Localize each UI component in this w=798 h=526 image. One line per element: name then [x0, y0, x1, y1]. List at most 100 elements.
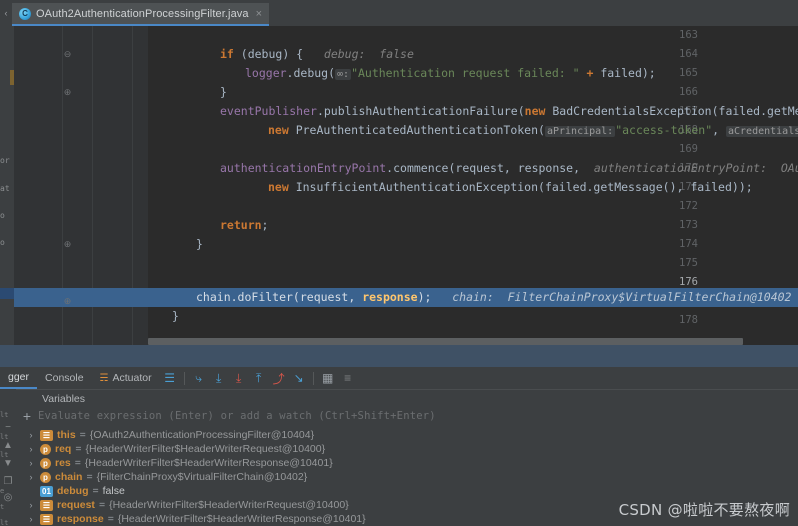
- code-line-166: }: [148, 83, 227, 102]
- code-editor[interactable]: or at o o 163164⊖165166⊕1671681691701711…: [0, 26, 798, 345]
- tab-scroll-left-icon[interactable]: ‹: [0, 0, 12, 26]
- editor-horizontal-scrollbar[interactable]: [148, 338, 796, 345]
- step-out-icon[interactable]: ⤒: [249, 367, 269, 389]
- variable-equals: =: [93, 485, 99, 497]
- variable-type-icon-p: p: [40, 472, 51, 483]
- debugger-side-toolbar: lt − lt ▲ lt ▼ ❐ e ◎ t lt: [0, 389, 16, 526]
- variable-value: false: [103, 485, 125, 497]
- ident-logger: logger: [245, 66, 287, 80]
- keyword-new-171: new: [268, 180, 289, 194]
- code-173-end: ;: [262, 218, 269, 232]
- variable-name: req: [55, 443, 71, 455]
- code-line-165: logger.debug(∞:"Authentication request f…: [148, 64, 656, 83]
- expand-arrow-icon[interactable]: ›: [22, 430, 40, 440]
- variable-type-icon-p: p: [40, 458, 51, 469]
- watch-input-placeholder[interactable]: Evaluate expression (Enter) or add a wat…: [38, 410, 436, 422]
- ident-response: response: [362, 290, 417, 304]
- code-line-176: chain.doFilter(request, response); chain…: [148, 288, 798, 307]
- variable-equals: =: [80, 429, 86, 441]
- expand-arrow-icon[interactable]: ›: [22, 500, 40, 510]
- variable-equals: =: [75, 457, 81, 469]
- variable-value: {HeaderWriterFilter$HeaderWriterResponse…: [118, 513, 366, 525]
- fold-handle-174[interactable]: ⊕: [62, 235, 73, 254]
- variables-tab-label: Variables: [16, 393, 85, 405]
- expand-arrow-icon[interactable]: ›: [22, 514, 40, 524]
- execution-point-marker: [10, 70, 14, 85]
- drop-frame-icon[interactable]: ⤴: [269, 367, 289, 389]
- tab-actuator[interactable]: ☴ Actuator: [92, 367, 160, 389]
- step-over-icon[interactable]: ⤷: [189, 367, 209, 389]
- code-168-ctor: PreAuthenticatedAuthenticationToken(: [289, 123, 545, 137]
- code-line-168: new PreAuthenticatedAuthenticationToken(…: [148, 121, 798, 140]
- ident-authenticationentrypoint: authenticationEntryPoint: [220, 161, 386, 175]
- variable-equals: =: [99, 499, 105, 511]
- variable-value: {HeaderWriterFilter$HeaderWriterRequest@…: [109, 499, 349, 511]
- code-line-170: authenticationEntryPoint.commence(reques…: [148, 159, 798, 178]
- keyword-return: return: [220, 218, 262, 232]
- string-access-token: "access-token": [615, 123, 712, 137]
- debugger-step-controls: ☰⤷⤓⤓⤒⤴↘▦≡: [160, 367, 358, 389]
- variable-name: debug: [57, 485, 89, 497]
- string-auth-failed: "Authentication request failed: ": [351, 66, 579, 80]
- variable-name: res: [55, 457, 71, 469]
- code-171-ctor: InsufficientAuthenticationException(fail…: [289, 180, 753, 194]
- variable-equals: =: [86, 471, 92, 483]
- watermark: CSDN @啦啦不要熬夜啊: [619, 499, 790, 520]
- show-execution-point-icon[interactable]: ☰: [160, 367, 180, 389]
- tab-console-label: Console: [45, 372, 84, 384]
- code-text-area[interactable]: if (debug) { debug: false logger.debug(∞…: [148, 26, 798, 345]
- variables-tab-header[interactable]: Variables: [16, 389, 798, 407]
- scroll-down-icon[interactable]: ▼: [0, 455, 16, 471]
- inline-hint-debug: debug: false: [324, 47, 414, 61]
- tab-console[interactable]: Console: [37, 367, 92, 389]
- code-line-171: new InsufficientAuthenticationException(…: [148, 178, 753, 197]
- fold-handle-164[interactable]: ⊖: [62, 45, 73, 64]
- layout-settings-icon[interactable]: ≡: [338, 367, 358, 389]
- evaluate-expression-icon[interactable]: ▦: [318, 367, 338, 389]
- ide-window: ‹ C OAuth2AuthenticationProcessingFilter…: [0, 0, 798, 526]
- code-line-177: }: [148, 307, 179, 326]
- ghost-side-5: t: [0, 503, 16, 511]
- debugger-toolbar: gger Console ☴Actuator ☰⤷⤓⤓⤒⤴↘▦≡: [0, 367, 798, 389]
- code-176-call: .doFilter(request,: [231, 290, 363, 304]
- force-step-into-icon[interactable]: ⤓: [229, 367, 249, 389]
- code-line-173: return;: [148, 216, 268, 235]
- code-167-call: .publishAuthenticationFailure(: [317, 104, 525, 118]
- close-icon[interactable]: ×: [256, 8, 262, 20]
- panel-splitter[interactable]: [0, 345, 798, 367]
- variable-equals: =: [75, 443, 81, 455]
- java-class-icon: C: [19, 8, 31, 20]
- variable-type-icon-p: p: [40, 444, 51, 455]
- ghost-side-6: lt: [0, 519, 16, 526]
- ghost-text-3: o: [0, 211, 14, 220]
- fold-handle-177[interactable]: ⊕: [62, 292, 73, 311]
- code-165-call: .debug(: [287, 66, 335, 80]
- watch-expression-bar[interactable]: + Evaluate expression (Enter) or add a w…: [16, 407, 798, 425]
- expand-arrow-icon[interactable]: ›: [22, 444, 40, 454]
- code-line-174: }: [148, 235, 203, 254]
- fold-handle-166[interactable]: ⊕: [62, 83, 73, 102]
- tab-actuator-label: Actuator: [113, 372, 152, 384]
- ghost-side-1: lt: [0, 411, 16, 419]
- step-into-icon[interactable]: ⤓: [209, 367, 229, 389]
- add-watch-icon[interactable]: +: [16, 408, 38, 424]
- tab-debugger[interactable]: gger: [0, 367, 37, 389]
- ghost-text-1: or: [0, 156, 14, 165]
- inline-hint-entrypoint: authenticationEntryPoint: OAuth2Authenti…: [594, 161, 798, 175]
- editor-scrollbar-thumb[interactable]: [148, 338, 743, 345]
- code-165-end: );: [642, 66, 656, 80]
- variable-row-response[interactable]: ›☰response={HeaderWriterFilter$HeaderWri…: [22, 511, 366, 526]
- code-167-args: BadCredentialsException(failed.getMessag…: [545, 104, 798, 118]
- brace-close-174: }: [196, 237, 203, 251]
- run-to-cursor-icon[interactable]: ↘: [289, 367, 309, 389]
- variable-type-icon-bool: 01: [40, 486, 53, 497]
- current-line-gutter-highlight: [14, 288, 148, 307]
- param-hint-acredentials: aCredentials:: [726, 126, 798, 137]
- variable-type-icon-obj: ☰: [40, 500, 53, 511]
- actuator-icon: ☴: [100, 373, 109, 384]
- variable-name: chain: [55, 471, 82, 483]
- expand-arrow-icon[interactable]: ›: [22, 472, 40, 482]
- editor-tab-oauth2filter[interactable]: C OAuth2AuthenticationProcessingFilter.j…: [12, 3, 269, 26]
- code-168-comma: ,: [712, 123, 726, 137]
- expand-arrow-icon[interactable]: ›: [22, 458, 40, 468]
